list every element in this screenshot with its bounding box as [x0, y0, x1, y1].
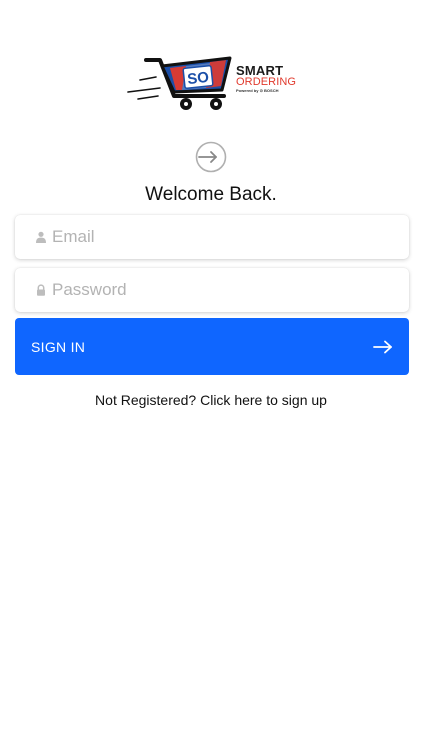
logo-text: SMART ORDERING Powered by ⊙ BOSCH — [236, 64, 300, 94]
logo-badge-text: SO — [186, 69, 210, 88]
app-logo: SO SMART ORDERING Powered by ⊙ BOSCH — [126, 52, 298, 114]
arrow-right-icon — [373, 340, 392, 353]
email-field-container[interactable] — [15, 215, 409, 259]
email-input[interactable] — [52, 227, 392, 247]
shopping-cart-icon: SO — [127, 56, 232, 110]
lock-icon — [37, 284, 45, 296]
page-title: Welcome Back. — [145, 184, 277, 205]
sign-in-button[interactable]: SIGN IN — [15, 318, 409, 375]
sign-in-label: SIGN IN — [31, 338, 86, 355]
password-field-container[interactable] — [15, 268, 409, 312]
person-icon — [36, 231, 46, 243]
login-icon — [195, 141, 227, 173]
password-input[interactable] — [52, 280, 392, 300]
logo-subtitle: ORDERING — [236, 76, 297, 88]
sign-up-link[interactable]: Not Registered? Click here to sign up — [0, 392, 422, 408]
logo-powered-by: Powered by ⊙ BOSCH — [236, 88, 279, 93]
